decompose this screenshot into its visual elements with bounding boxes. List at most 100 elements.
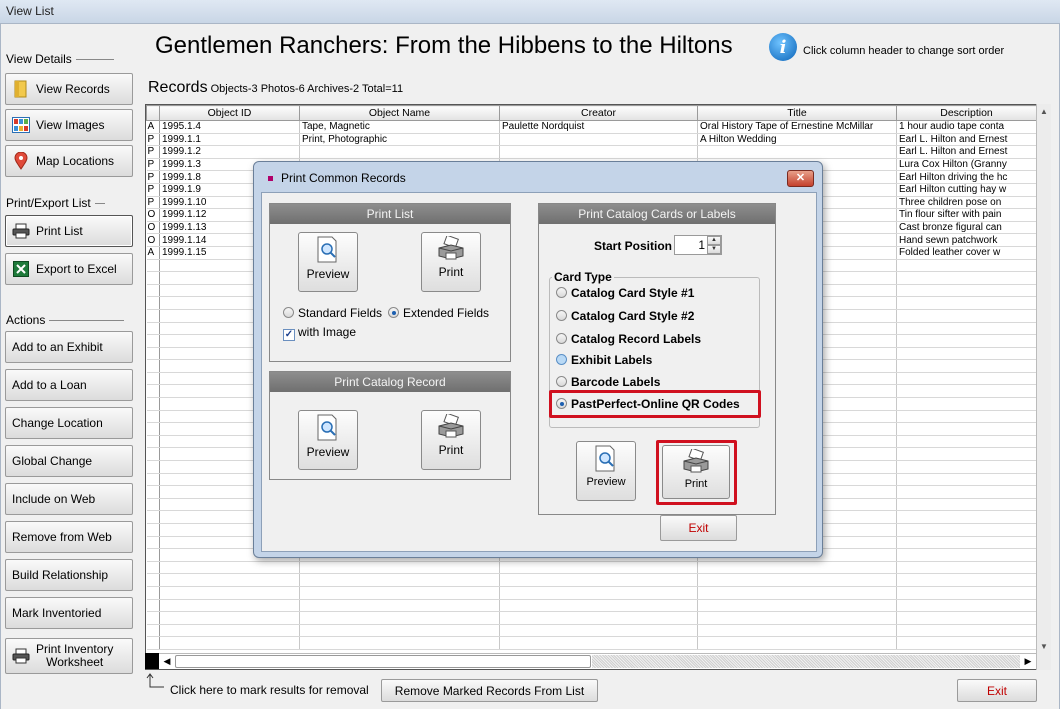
table-row[interactable] (146, 636, 1037, 650)
include-on-web-button[interactable]: Include on Web (5, 483, 133, 515)
exit-button[interactable]: Exit (957, 679, 1037, 702)
horizontal-scrollbar[interactable]: ◀ ▶ (159, 653, 1036, 669)
card-type-option[interactable]: Barcode Labels (556, 375, 660, 389)
table-cell (896, 347, 1037, 361)
record-type-cell: P (146, 158, 160, 172)
add-to-exhibit-button[interactable]: Add to an Exhibit (5, 331, 133, 363)
catalog-record-print-button[interactable]: Print (421, 410, 481, 470)
printer-icon (437, 236, 465, 262)
card-type-label: Card Type (552, 270, 614, 284)
scroll-up-arrow-icon[interactable]: ▲ (1037, 105, 1051, 119)
column-header[interactable]: Description (896, 105, 1037, 121)
record-type-cell (146, 599, 160, 613)
record-type-cell (146, 548, 160, 562)
horizontal-scroll-thumb[interactable] (175, 655, 591, 668)
print-list-print-label: Print (438, 265, 464, 279)
record-type-cell (146, 284, 160, 298)
print-list-button[interactable]: Print List (5, 215, 133, 247)
column-header[interactable]: Object Name (299, 105, 500, 121)
stepper-up-icon[interactable]: ▲ (707, 236, 721, 245)
record-type-cell: P (146, 145, 160, 159)
info-icon[interactable]: i (769, 33, 797, 61)
record-type-cell: P (146, 170, 160, 184)
card-type-option[interactable]: Catalog Card Style #2 (556, 309, 694, 323)
table-cell: A Hilton Wedding (697, 133, 897, 147)
remove-marked-records-button[interactable]: Remove Marked Records From List (381, 679, 598, 702)
table-row[interactable] (146, 599, 1037, 613)
radio-icon (556, 376, 567, 387)
standard-fields-radio[interactable]: Standard Fields (283, 306, 382, 320)
table-row[interactable] (146, 561, 1037, 575)
scroll-right-arrow-icon[interactable]: ▶ (1020, 654, 1036, 669)
table-cell (896, 384, 1037, 399)
mark-inventoried-label: Mark Inventoried (12, 606, 102, 620)
table-cell (896, 636, 1037, 650)
remove-from-web-button[interactable]: Remove from Web (5, 521, 133, 553)
card-type-option[interactable]: Catalog Record Labels (556, 332, 701, 346)
record-type-cell (146, 573, 160, 587)
print-export-group-label: Print/Export List (6, 196, 105, 210)
print-list-preview-button[interactable]: Preview (298, 232, 358, 292)
view-records-button[interactable]: View Records (5, 73, 133, 105)
table-cell (896, 485, 1037, 499)
print-list-print-button[interactable]: Print (421, 232, 481, 292)
table-cell (896, 259, 1037, 273)
table-cell (896, 624, 1037, 638)
table-row[interactable]: P 1999.1.1 Print, Photographic A Hilton Wed… (146, 133, 1037, 147)
table-cell (896, 284, 1037, 298)
vertical-scrollbar[interactable]: ▲ ▼ (1036, 104, 1051, 670)
card-type-option-label: Barcode Labels (571, 375, 661, 389)
catalog-cards-preview-button[interactable]: Preview (576, 441, 636, 501)
table-row[interactable] (146, 573, 1037, 587)
horizontal-scroll-track[interactable] (592, 655, 1020, 668)
column-header[interactable]: Object ID (159, 105, 300, 121)
table-cell (697, 636, 897, 650)
table-cell (299, 624, 500, 638)
table-row[interactable] (146, 624, 1037, 638)
map-pin-icon (12, 152, 30, 170)
close-icon[interactable]: ✕ (787, 170, 814, 187)
extended-fields-radio[interactable]: Extended Fields (388, 306, 489, 320)
scroll-down-arrow-icon[interactable]: ▼ (1037, 640, 1051, 654)
global-change-button[interactable]: Global Change (5, 445, 133, 477)
catalog-record-preview-button[interactable]: Preview (298, 410, 358, 470)
with-image-checkbox[interactable]: ✓ with Image (283, 325, 356, 341)
folder-icon (12, 80, 30, 98)
table-cell: 1999.1.2 (159, 145, 300, 159)
table-row[interactable]: A 1995.1.4 Tape, Magnetic Paulette Nordquis… (146, 120, 1037, 134)
scroll-left-arrow-icon[interactable]: ◀ (159, 654, 175, 669)
mark-inventoried-button[interactable]: Mark Inventoried (5, 597, 133, 629)
map-locations-button[interactable]: Map Locations (5, 145, 133, 177)
view-details-group-label: View Details (6, 52, 114, 66)
table-row[interactable]: P 1999.1.2 Earl L. Hilton and Ernest (146, 145, 1037, 159)
card-type-option[interactable]: Exhibit Labels (556, 353, 652, 367)
table-cell: Tape, Magnetic (299, 120, 500, 134)
dialog-body: Print List Preview Print Standard Fields… (261, 192, 817, 552)
record-type-cell (146, 510, 160, 524)
table-cell (896, 322, 1037, 336)
export-to-excel-button[interactable]: Export to Excel (5, 253, 133, 285)
record-type-cell: P (146, 183, 160, 197)
dialog-exit-button[interactable]: Exit (660, 515, 737, 541)
records-summary: Records Objects-3 Photos-6 Archives-2 Tot… (148, 79, 404, 96)
print-inventory-worksheet-button[interactable]: Print Inventory Worksheet (5, 638, 133, 674)
view-images-button[interactable]: View Images (5, 109, 133, 141)
stepper-down-icon[interactable]: ▼ (707, 245, 721, 254)
grid-corner (145, 653, 159, 669)
card-type-option[interactable]: Catalog Card Style #1 (556, 286, 694, 300)
table-cell: Paulette Nordquist (499, 120, 698, 134)
column-header[interactable]: Creator (499, 105, 698, 121)
change-location-button[interactable]: Change Location (5, 407, 133, 439)
table-cell (896, 498, 1037, 512)
column-header[interactable]: Title (697, 105, 897, 121)
table-row[interactable] (146, 586, 1037, 600)
column-header[interactable] (146, 105, 160, 121)
start-position-stepper[interactable]: 1 ▲ ▼ (674, 235, 722, 255)
build-relationship-button[interactable]: Build Relationship (5, 559, 133, 591)
table-row[interactable] (146, 611, 1037, 625)
table-cell (159, 611, 300, 625)
catalog-cards-print-button[interactable]: Print (662, 445, 730, 499)
add-to-loan-button[interactable]: Add to a Loan (5, 369, 133, 401)
view-images-label: View Images (36, 118, 105, 132)
page-title: Gentlemen Ranchers: From the Hibbens to … (155, 32, 733, 59)
